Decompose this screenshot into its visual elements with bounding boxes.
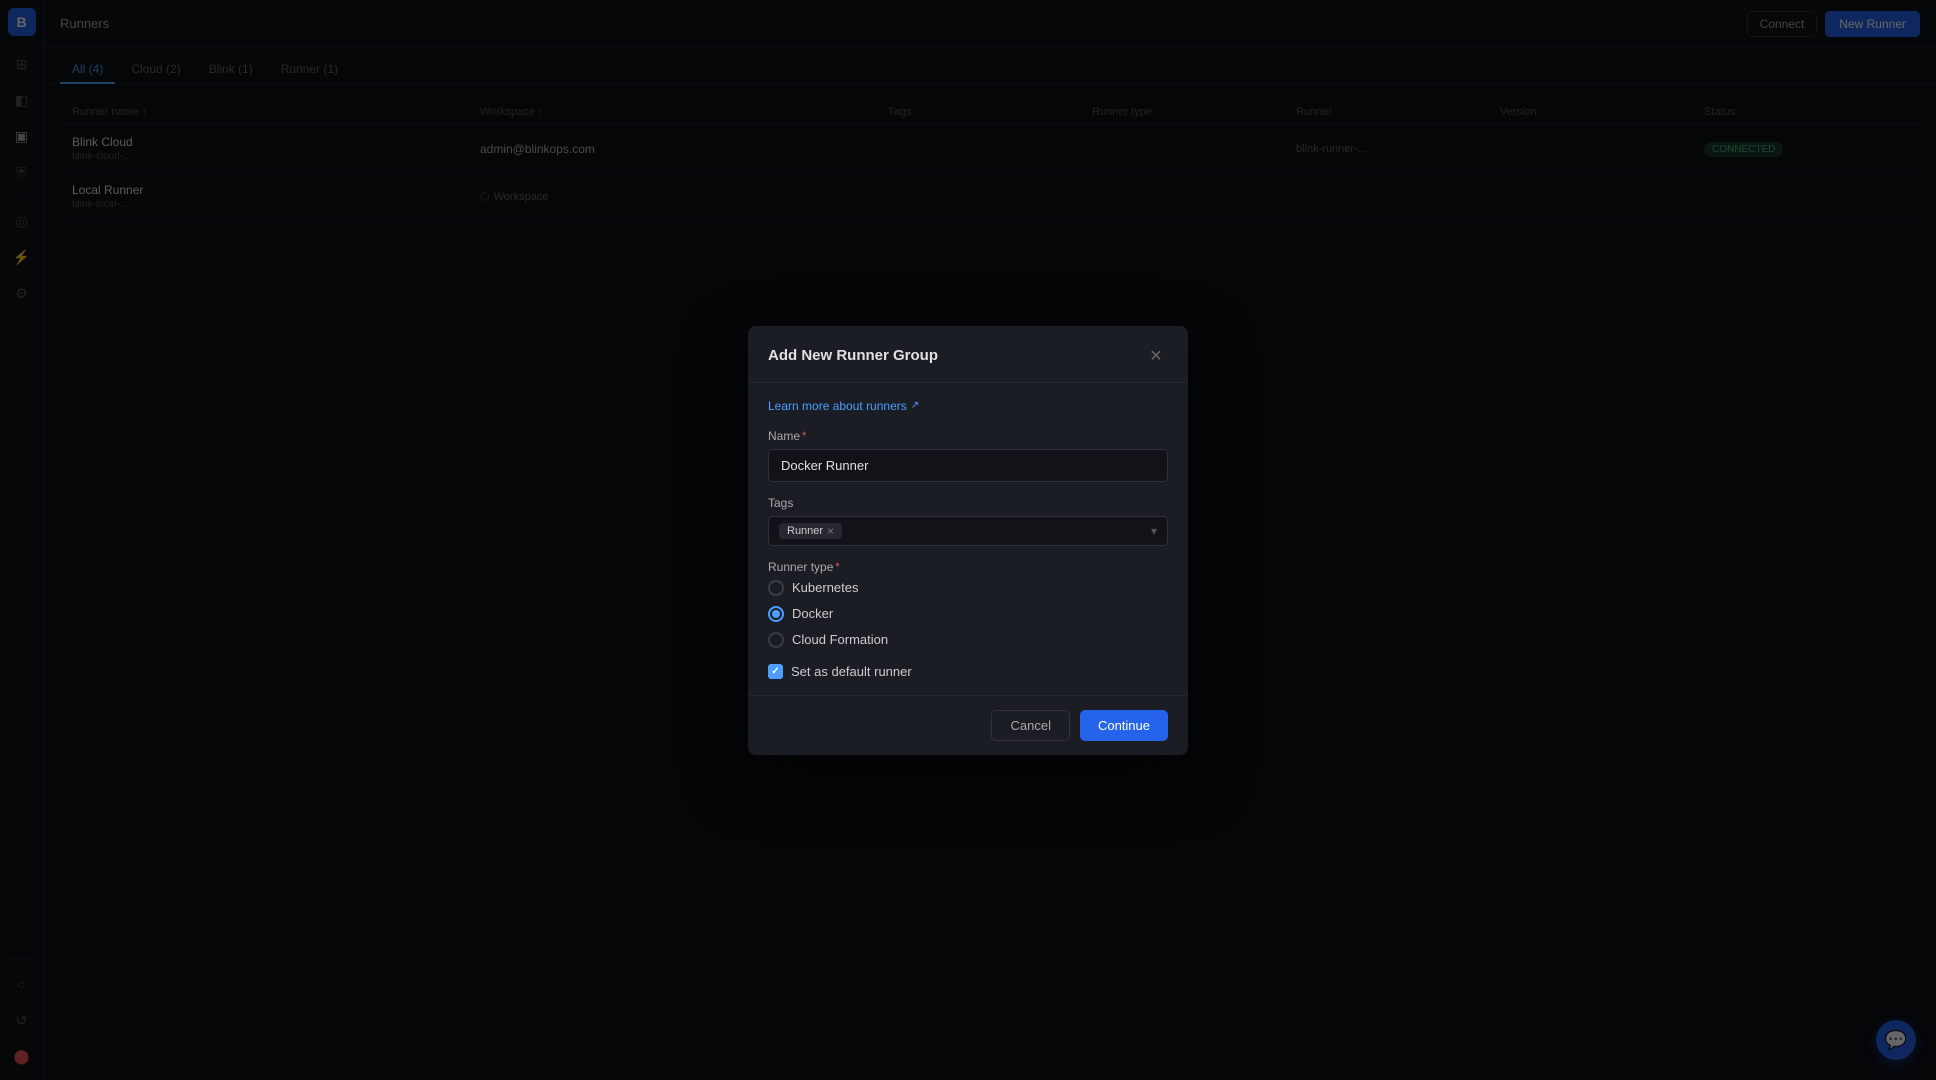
default-runner-label: Set as default runner <box>791 664 912 679</box>
required-indicator: * <box>802 430 806 442</box>
radio-cloudformation-indicator <box>768 632 784 648</box>
name-label: Name * <box>768 429 1168 443</box>
radio-kubernetes[interactable]: Kubernetes <box>768 580 1168 596</box>
chevron-down-icon: ▾ <box>1151 524 1157 538</box>
tags-input[interactable]: Runner × ▾ <box>768 516 1168 546</box>
default-runner-row: Set as default runner <box>768 664 1168 679</box>
radio-cloudformation-label: Cloud Formation <box>792 632 888 647</box>
cancel-button[interactable]: Cancel <box>991 710 1069 741</box>
modal-body: Learn more about runners ↗ Name * Tags R… <box>748 383 1188 695</box>
learn-more-link[interactable]: Learn more about runners ↗ <box>768 399 1168 413</box>
external-link-icon: ↗ <box>911 400 919 411</box>
add-runner-modal: Add New Runner Group ✕ Learn more about … <box>748 326 1188 755</box>
tag-remove-button[interactable]: × <box>827 525 834 537</box>
radio-cloudformation[interactable]: Cloud Formation <box>768 632 1168 648</box>
tag-chip: Runner × <box>779 523 842 539</box>
runner-type-group: Runner type * Kubernetes Docker <box>768 560 1168 648</box>
runner-type-options: Kubernetes Docker Cloud Formation <box>768 580 1168 648</box>
tags-label: Tags <box>768 496 1168 510</box>
runner-type-label: Runner type * <box>768 560 1168 574</box>
radio-docker-label: Docker <box>792 606 833 621</box>
name-field-group: Name * <box>768 429 1168 482</box>
tags-field-group: Tags Runner × ▾ <box>768 496 1168 546</box>
modal-header: Add New Runner Group ✕ <box>748 326 1188 383</box>
modal-title: Add New Runner Group <box>768 347 938 364</box>
continue-button[interactable]: Continue <box>1080 710 1168 741</box>
radio-docker[interactable]: Docker <box>768 606 1168 622</box>
required-indicator-2: * <box>835 561 839 573</box>
radio-kubernetes-indicator <box>768 580 784 596</box>
radio-kubernetes-label: Kubernetes <box>792 580 859 595</box>
modal-footer: Cancel Continue <box>748 695 1188 755</box>
default-runner-checkbox[interactable] <box>768 664 783 679</box>
modal-overlay: Add New Runner Group ✕ Learn more about … <box>0 0 1936 1080</box>
close-button[interactable]: ✕ <box>1144 344 1168 368</box>
name-input[interactable] <box>768 449 1168 482</box>
radio-docker-indicator <box>768 606 784 622</box>
